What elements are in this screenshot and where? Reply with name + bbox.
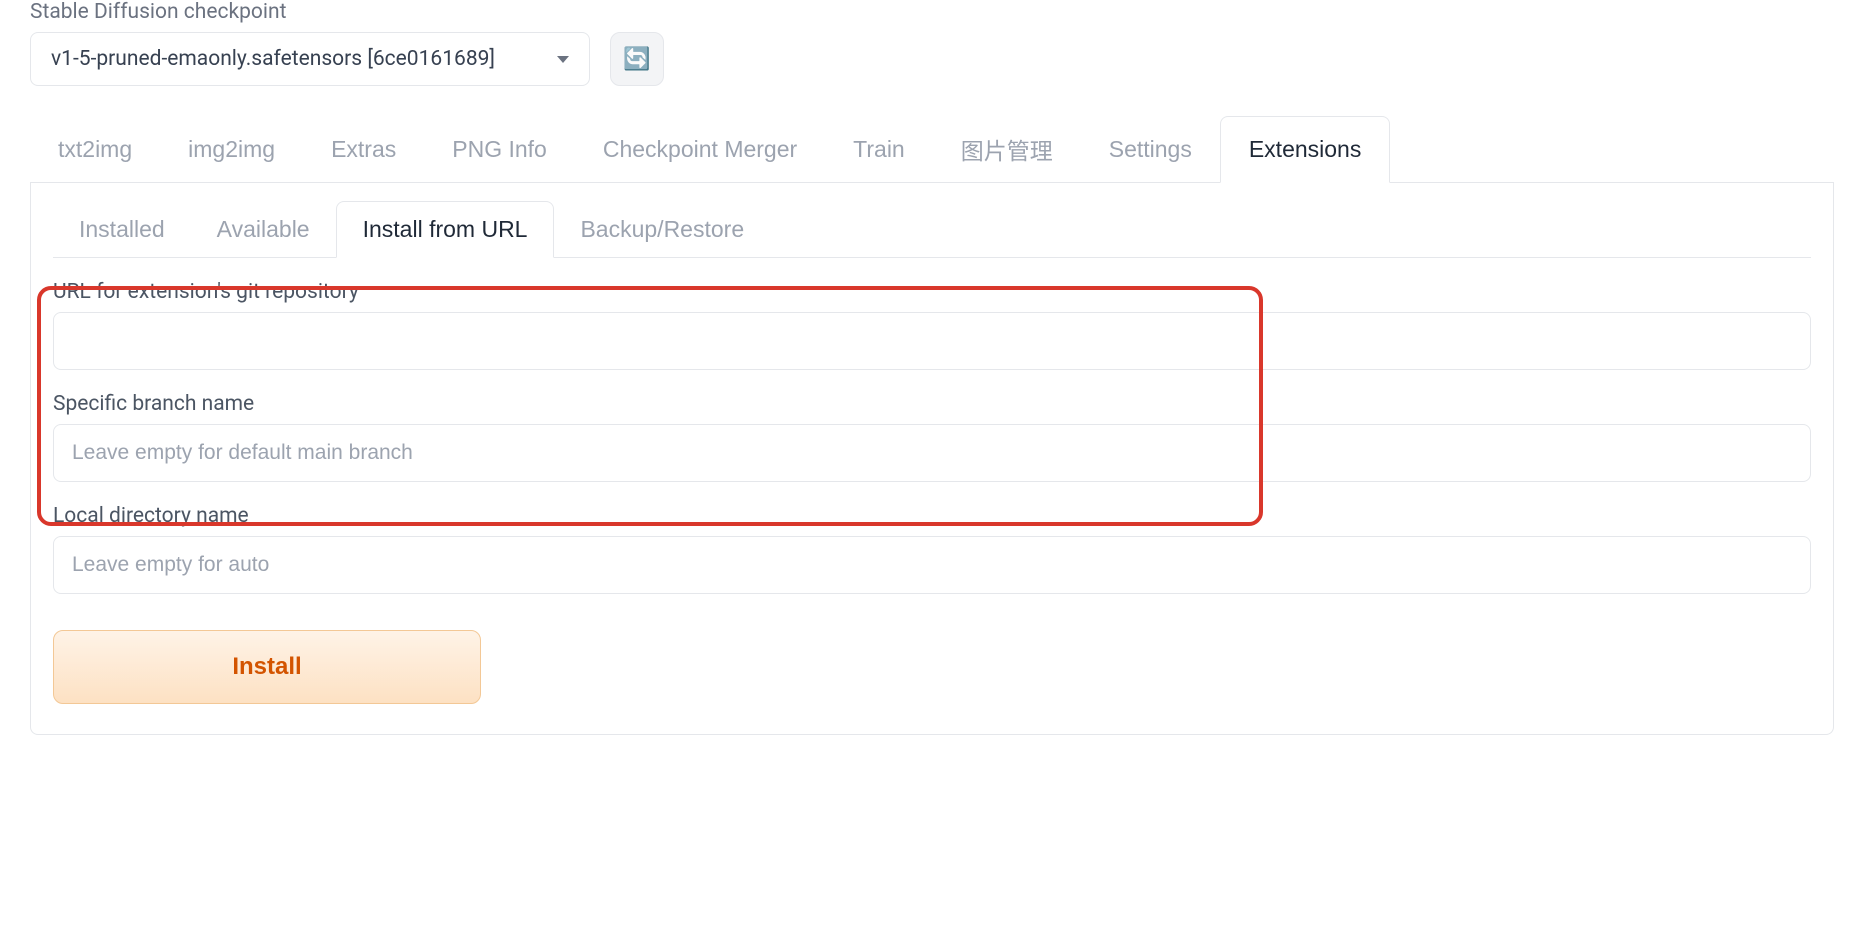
install-from-url-form: URL for extension's git repository Speci… xyxy=(53,280,1811,704)
tab-txt2img[interactable]: txt2img xyxy=(30,116,160,182)
refresh-button[interactable]: 🔄 xyxy=(610,32,664,86)
checkpoint-row: v1-5-pruned-emaonly.safetensors [6ce0161… xyxy=(30,32,1834,86)
tab-png-info[interactable]: PNG Info xyxy=(424,116,575,182)
tab-settings[interactable]: Settings xyxy=(1081,116,1220,182)
tab-train[interactable]: Train xyxy=(825,116,933,182)
url-label: URL for extension's git repository xyxy=(53,280,1811,304)
localdir-label: Local directory name xyxy=(53,504,1811,528)
checkpoint-label: Stable Diffusion checkpoint xyxy=(30,0,1834,24)
branch-label: Specific branch name xyxy=(53,392,1811,416)
extensions-panel: Installed Available Install from URL Bac… xyxy=(30,183,1834,735)
checkpoint-section: Stable Diffusion checkpoint v1-5-pruned-… xyxy=(30,0,1834,86)
tab-extensions[interactable]: Extensions xyxy=(1220,116,1391,183)
chevron-down-icon xyxy=(557,56,569,63)
refresh-icon: 🔄 xyxy=(623,46,650,72)
localdir-input[interactable] xyxy=(53,536,1811,594)
extensions-sub-tabs: Installed Available Install from URL Bac… xyxy=(53,201,1811,258)
install-button[interactable]: Install xyxy=(53,630,481,704)
url-field-group: URL for extension's git repository xyxy=(53,280,1811,370)
subtab-backup-restore[interactable]: Backup/Restore xyxy=(554,201,770,257)
branch-field-group: Specific branch name xyxy=(53,392,1811,482)
checkpoint-dropdown[interactable]: v1-5-pruned-emaonly.safetensors [6ce0161… xyxy=(30,32,590,86)
tab-image-manager[interactable]: 图片管理 xyxy=(933,116,1081,182)
tab-checkpoint-merger[interactable]: Checkpoint Merger xyxy=(575,116,825,182)
url-input[interactable] xyxy=(53,312,1811,370)
tab-img2img[interactable]: img2img xyxy=(160,116,303,182)
tab-extras[interactable]: Extras xyxy=(303,116,424,182)
localdir-field-group: Local directory name xyxy=(53,504,1811,594)
main-tabs: txt2img img2img Extras PNG Info Checkpoi… xyxy=(30,116,1834,183)
subtab-available[interactable]: Available xyxy=(191,201,336,257)
branch-input[interactable] xyxy=(53,424,1811,482)
checkpoint-value: v1-5-pruned-emaonly.safetensors [6ce0161… xyxy=(51,47,495,71)
subtab-install-from-url[interactable]: Install from URL xyxy=(336,201,555,258)
subtab-installed[interactable]: Installed xyxy=(53,201,191,257)
